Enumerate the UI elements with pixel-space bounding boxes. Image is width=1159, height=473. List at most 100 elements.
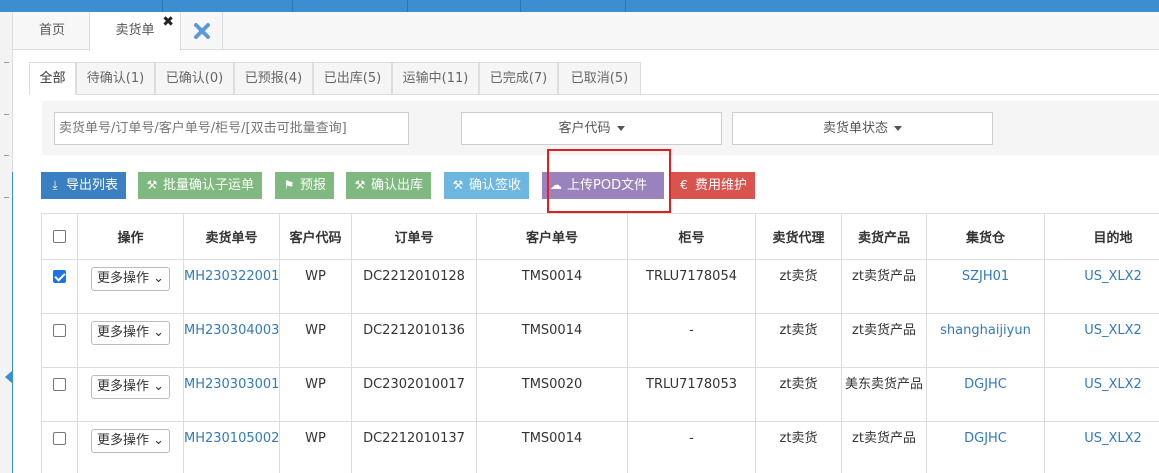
confirm-outbound-button[interactable]: ⚒ 确认出库 xyxy=(346,172,432,199)
more-actions-select[interactable]: 更多操作 ⌄ xyxy=(90,429,171,453)
batch-confirm-button[interactable]: ⚒ 批量确认子运单 xyxy=(138,172,263,199)
status-tab-shipped-out[interactable]: 已出库(5) xyxy=(313,62,392,95)
row-select-cell xyxy=(41,313,78,368)
order-no-link[interactable]: MH230322001 xyxy=(184,269,279,284)
checkbox[interactable] xyxy=(53,324,66,337)
customer-code-select[interactable]: 客户代码 xyxy=(461,112,722,145)
column-header: 柜号 xyxy=(627,213,756,260)
sidebar-mark xyxy=(4,114,9,115)
more-actions-select[interactable]: 更多操作 ⌄ xyxy=(90,321,171,345)
action-cell: 更多操作 ⌄ xyxy=(77,259,184,314)
tab-sales-order-label: 卖货单 xyxy=(115,23,155,38)
customer-no-cell: TMS0014 xyxy=(476,259,628,314)
agent-cell: zt卖货 xyxy=(755,259,842,314)
status-tab-completed[interactable]: 已完成(7) xyxy=(479,62,558,95)
customer-cell: WP xyxy=(279,313,352,368)
tab-home-label: 首页 xyxy=(38,23,65,38)
destination-link[interactable]: US_XLX2 xyxy=(1084,323,1142,338)
destination-cell: US_XLX2 xyxy=(1044,367,1159,422)
status-tab-all[interactable]: 全部 xyxy=(29,62,76,95)
product-cell: zt卖货产品 xyxy=(841,421,927,473)
warehouse-cell: shanghaijiyun xyxy=(926,313,1045,368)
destination-cell: US_XLX2 xyxy=(1044,259,1159,314)
status-tab-label: 待确认(1) xyxy=(86,71,145,86)
header-select-all[interactable] xyxy=(41,213,78,260)
order-no-link[interactable]: MH230105002 xyxy=(184,431,279,446)
destination-link[interactable]: US_XLX2 xyxy=(1084,269,1142,284)
checkbox[interactable] xyxy=(53,230,66,243)
more-actions-select[interactable]: 更多操作 ⌄ xyxy=(90,267,171,291)
table-row: 更多操作 ⌄ MH230322001 WP DC2212010128 TMS00… xyxy=(41,259,1159,314)
fee-maintenance-button[interactable]: € 费用维护 xyxy=(670,172,756,199)
tab-home[interactable]: 首页 xyxy=(23,12,81,50)
column-header: 操作 xyxy=(77,213,184,260)
column-header: 客户单号 xyxy=(476,213,628,260)
flag-icon: ⚑ xyxy=(283,178,295,192)
forecast-button[interactable]: ⚑ 预报 xyxy=(275,172,335,199)
order-no-link[interactable]: MH230303001 xyxy=(184,377,279,392)
order-cell: DC2212010137 xyxy=(351,421,477,473)
order-cell: DC2302010017 xyxy=(351,367,477,422)
close-tab-icon[interactable]: ✖ xyxy=(162,3,174,41)
warehouse-cell: SZJH01 xyxy=(926,259,1045,314)
status-tab-in-transit[interactable]: 运输中(11) xyxy=(392,62,479,95)
status-tab-label: 运输中(11) xyxy=(402,71,469,86)
chevron-down-icon xyxy=(894,126,902,131)
checkbox[interactable] xyxy=(53,432,66,445)
table-row: 更多操作 ⌄ MH230105002 WP DC2212010137 TMS00… xyxy=(41,421,1159,473)
warehouse-link[interactable]: shanghaijiyun xyxy=(940,323,1031,338)
column-header: 客户代码 xyxy=(279,213,352,260)
product-cell: zt卖货产品 xyxy=(841,313,927,368)
more-actions-select[interactable]: 更多操作 ⌄ xyxy=(90,375,171,399)
row-select-cell xyxy=(41,367,78,422)
confirm-receipt-button[interactable]: ⚒ 确认签收 xyxy=(444,172,530,199)
order-status-select[interactable]: 卖货单状态 xyxy=(732,112,993,145)
action-cell: 更多操作 ⌄ xyxy=(77,367,184,422)
search-input[interactable] xyxy=(54,112,409,145)
nav-separator xyxy=(625,0,626,12)
close-all-tabs-button[interactable] xyxy=(181,12,223,50)
status-tab-confirmed[interactable]: 已确认(0) xyxy=(155,62,234,95)
checkbox[interactable] xyxy=(53,270,66,283)
warehouse-link[interactable]: SZJH01 xyxy=(962,269,1009,284)
more-actions-label: 更多操作 xyxy=(96,433,149,448)
order-no-cell: MH230105002 xyxy=(183,421,280,473)
destination-cell: US_XLX2 xyxy=(1044,313,1159,368)
nav-separator xyxy=(520,0,521,12)
destination-link[interactable]: US_XLX2 xyxy=(1084,431,1142,446)
forecast-label: 预报 xyxy=(300,178,327,193)
status-tab-cancelled[interactable]: 已取消(5) xyxy=(558,62,641,95)
sales-order-table: 操作 卖货单号 客户代码 订单号 客户单号 柜号 卖货代理 卖货产品 集货仓 目… xyxy=(41,213,1159,473)
table-row: 更多操作 ⌄ MH230303001 WP DC2302010017 TMS00… xyxy=(41,367,1159,422)
page-tab-bar: 首页 卖货单 ✖ xyxy=(13,12,1159,51)
gavel-icon: ⚒ xyxy=(146,178,158,192)
status-tab-pending[interactable]: 待确认(1) xyxy=(76,62,155,95)
export-list-button[interactable]: ⤓ 导出列表 xyxy=(41,172,127,199)
download-icon: ⤓ xyxy=(52,178,58,192)
container-cell: - xyxy=(627,421,756,473)
container-cell: TRLU7178053 xyxy=(627,367,756,422)
order-no-link[interactable]: MH230304003 xyxy=(184,323,279,338)
action-cell: 更多操作 ⌄ xyxy=(77,421,184,473)
container-cell: TRLU7178054 xyxy=(627,259,756,314)
destination-link[interactable]: US_XLX2 xyxy=(1084,377,1142,392)
status-tab-forecast[interactable]: 已预报(4) xyxy=(234,62,313,95)
row-select-cell xyxy=(41,421,78,473)
sidebar-mark xyxy=(4,155,9,156)
more-actions-label: 更多操作 xyxy=(96,379,149,394)
customer-no-cell: TMS0014 xyxy=(476,421,628,473)
action-cell: 更多操作 ⌄ xyxy=(77,313,184,368)
table-row: 更多操作 ⌄ MH230304003 WP DC2212010136 TMS00… xyxy=(41,313,1159,368)
gavel-icon: ⚒ xyxy=(452,178,464,192)
order-status-label: 卖货单状态 xyxy=(822,121,888,136)
column-header: 目的地 xyxy=(1044,213,1159,260)
customer-cell: WP xyxy=(279,421,352,473)
warehouse-link[interactable]: DGJHC xyxy=(964,377,1007,392)
checkbox[interactable] xyxy=(53,378,66,391)
batch-confirm-label: 批量确认子运单 xyxy=(163,178,255,193)
warehouse-link[interactable]: DGJHC xyxy=(964,431,1007,446)
tab-sales-order[interactable]: 卖货单 ✖ xyxy=(89,12,181,51)
sidebar-toggle-arrow-icon[interactable] xyxy=(5,370,13,384)
column-header: 卖货产品 xyxy=(841,213,927,260)
agent-cell: zt卖货 xyxy=(755,313,842,368)
